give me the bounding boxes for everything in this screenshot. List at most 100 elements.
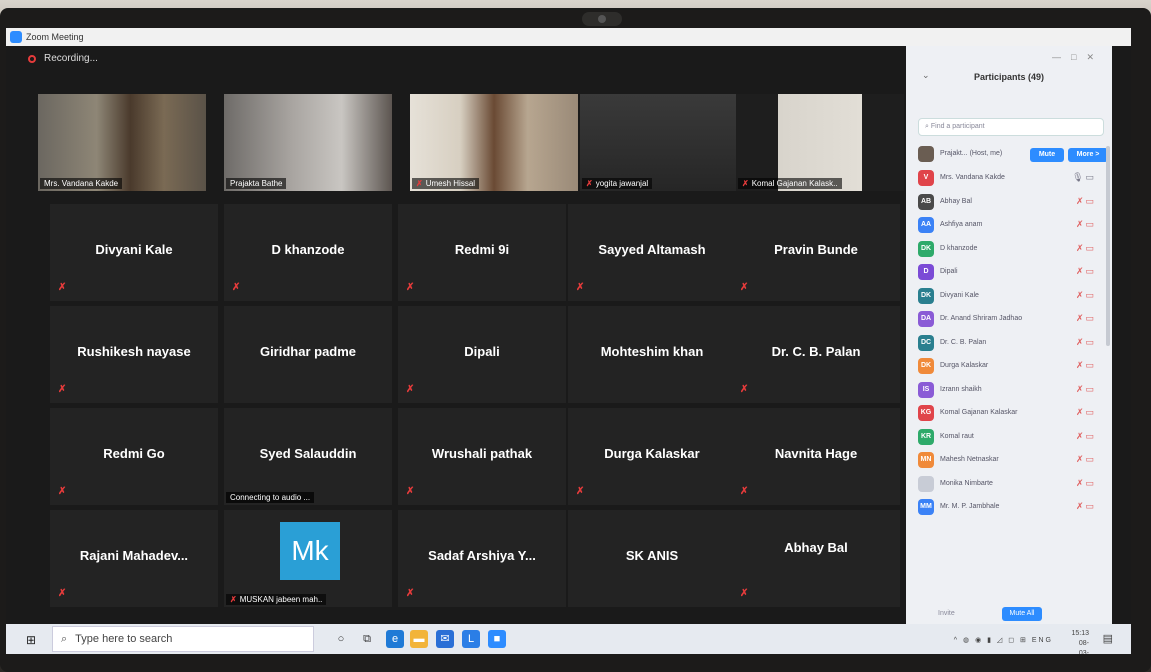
participant-name: Syed Salauddin <box>259 446 357 461</box>
participant-name: ✗ yogita jawanjal <box>582 178 653 189</box>
participant-tile[interactable]: Abhay Bal ✗ <box>732 510 900 607</box>
participant-name: Mahesh Netnaskar <box>940 456 999 463</box>
participant-tile[interactable]: Syed Salauddin Connecting to audio ... <box>224 408 392 505</box>
avatar: V <box>918 170 934 186</box>
video-feed <box>580 94 748 191</box>
participant-row[interactable]: DK Durga Kalaskar ✗▭ <box>918 356 1106 378</box>
notification-icon[interactable]: ▤ <box>1103 632 1113 645</box>
participant-name: ✗ MUSKAN jabeen mah.. <box>226 594 327 605</box>
participant-tile[interactable]: SK ANIS <box>568 510 736 607</box>
window-controls[interactable]: —□✕ <box>1052 52 1104 63</box>
zoom-app-icon <box>10 31 22 43</box>
muted-mic-icon: ✗ <box>406 384 415 395</box>
participant-tile[interactable]: Mk ✗ MUSKAN jabeen mah.. <box>224 510 392 607</box>
avatar: DC <box>918 334 934 351</box>
date: 08-03-2021 <box>1078 640 1089 654</box>
participant-row-host[interactable]: Prajakt... (Host, me) Mute More > <box>918 144 1108 166</box>
participant-row[interactable]: KR Komal raut ✗▭ <box>918 427 1106 449</box>
video-feed <box>736 94 904 191</box>
video-feed <box>38 94 206 191</box>
cortana-icon[interactable]: ○ <box>332 630 350 648</box>
search-placeholder: Find a participant <box>930 123 985 130</box>
participant-row[interactable]: DK D khanzode ✗▭ <box>918 239 1106 261</box>
mic-camera-status-icon: ✗▭ <box>1075 195 1096 206</box>
task-view-icon[interactable]: ⧉ <box>358 630 376 648</box>
participant-row[interactable]: DC Dr. C. B. Palan ✗▭ <box>918 333 1106 355</box>
mic-camera-status-icon: ✗▭ <box>1075 477 1096 488</box>
mic-camera-status-icon: ✗▭ <box>1075 454 1096 464</box>
recording-bar: Recording... <box>6 46 906 72</box>
participant-search-input[interactable]: ⌕ Find a participant <box>918 118 1104 136</box>
participant-tile[interactable]: Sayyed Altamash ✗ <box>568 204 736 301</box>
participant-tile[interactable]: Giridhar padme <box>224 306 392 403</box>
participant-tile[interactable]: Rushikesh nayase ✗ <box>50 306 218 403</box>
mute-all-button[interactable]: Mute All <box>1002 607 1042 621</box>
participant-row[interactable]: MN Mahesh Netnaskar ✗▭ <box>918 450 1106 472</box>
language-indicator[interactable]: ENG <box>1032 637 1053 644</box>
avatar: AA <box>918 217 934 233</box>
participant-name: Dipali <box>940 268 958 275</box>
participant-tile[interactable]: Durga Kalaskar ✗ <box>568 408 736 505</box>
participant-name: Prajakta Bathe <box>226 178 287 189</box>
participant-name: Rajani Mahadev... <box>79 548 189 563</box>
video-tile[interactable]: ✗ yogita jawanjal <box>580 94 748 191</box>
participant-row[interactable]: KG Komal Gajanan Kalaskar ✗▭ <box>918 403 1106 425</box>
clock[interactable]: 15:13 08-03-2021 <box>1071 629 1089 654</box>
participant-tile[interactable]: Divyani Kale ✗ <box>50 204 218 301</box>
participant-tile[interactable]: D khanzode ✗ <box>224 204 392 301</box>
tray-icons[interactable]: ^ ◍ ◉ ▮ ◿ ◻ ⊞ ENG <box>954 636 1053 644</box>
participant-name: Izrann shaikh <box>940 385 982 393</box>
laptop-screen: Zoom Meeting Recording... Mrs. Vandana K… <box>6 28 1131 654</box>
participant-row[interactable]: AB Abhay Bal ✗▭ <box>918 192 1106 214</box>
video-tile[interactable]: ✗ Komal Gajanan Kalask.. <box>736 94 904 191</box>
video-feed <box>410 94 578 191</box>
participant-row[interactable]: DA Dr. Anand Shriram Jadhao ✗▭ <box>918 309 1106 331</box>
participant-tile[interactable]: Wrushali pathak ✗ <box>398 408 566 505</box>
video-tile[interactable]: Mrs. Vandana Kakde <box>38 94 206 191</box>
avatar: DK <box>918 287 934 304</box>
participant-row[interactable]: Monika Nimbarte ✗▭ <box>918 474 1106 496</box>
participant-name: Durga Kalaskar <box>940 362 989 369</box>
scrollbar[interactable] <box>1106 146 1110 346</box>
muted-mic-icon: ✗ <box>586 179 593 188</box>
mail-icon[interactable]: ✉ <box>436 630 454 648</box>
participant-name: Mohteshim khan <box>600 344 704 359</box>
muted-mic-icon: ✗ <box>576 282 585 293</box>
muted-mic-icon: ✗ <box>58 282 67 293</box>
participant-row[interactable]: D Dipali ✗▭ <box>918 262 1106 284</box>
more-button[interactable]: More > <box>1068 148 1108 162</box>
participant-row[interactable]: V Mrs. Vandana Kakde 🎙▭ <box>918 168 1106 190</box>
webcam <box>582 12 622 26</box>
muted-mic-icon: ✗ <box>740 384 749 395</box>
participant-tile[interactable]: Sadaf Arshiya Y... ✗ <box>398 510 566 607</box>
participant-tile[interactable]: Dr. C. B. Palan ✗ <box>732 306 900 403</box>
app-icon[interactable]: L <box>462 630 480 648</box>
participant-tile[interactable]: Navnita Hage ✗ <box>732 408 900 505</box>
participant-tile[interactable]: Redmi Go ✗ <box>50 408 218 505</box>
recording-icon <box>28 55 36 63</box>
participant-row[interactable]: DK Divyani Kale ✗▭ <box>918 286 1106 308</box>
participant-row[interactable]: MM Mr. M. P. Jambhale ✗▭ <box>918 497 1106 519</box>
panel-header: —□✕ ⌄ Participants (49) <box>906 46 1112 102</box>
participant-name: Ashfiya anam <box>940 221 983 228</box>
participant-row[interactable]: IS Izrann shaikh ✗▭ <box>918 380 1106 402</box>
participant-tile[interactable]: Dipali ✗ <box>398 306 566 403</box>
file-explorer-icon[interactable]: ▬ <box>410 630 428 648</box>
participant-tile[interactable]: Rajani Mahadev... ✗ <box>50 510 218 607</box>
panel-title: Participants (49) <box>973 72 1045 82</box>
participant-tile[interactable]: Pravin Bunde ✗ <box>732 204 900 301</box>
windows-start-icon[interactable]: ⊞ <box>26 633 36 647</box>
participant-tile[interactable]: Redmi 9i ✗ <box>398 204 566 301</box>
invite-button[interactable]: Invite <box>938 610 955 617</box>
participant-tile[interactable]: Mohteshim khan <box>568 306 736 403</box>
participant-row[interactable]: AA Ashfiya anam ✗▭ <box>918 215 1106 237</box>
zoom-taskbar-icon[interactable]: ■ <box>488 630 506 648</box>
mute-button[interactable]: Mute <box>1030 148 1064 162</box>
edge-icon[interactable]: e <box>386 630 404 648</box>
video-tile[interactable]: Prajakta Bathe <box>224 94 392 191</box>
video-tile[interactable]: ✗ Umesh Hissal <box>410 94 578 191</box>
taskbar-search-input[interactable]: ⌕ Type here to search <box>52 626 314 652</box>
participant-name: Sadaf Arshiya Y... <box>428 548 536 563</box>
avatar: DA <box>918 311 934 327</box>
participant-name: Komal raut <box>940 432 974 440</box>
